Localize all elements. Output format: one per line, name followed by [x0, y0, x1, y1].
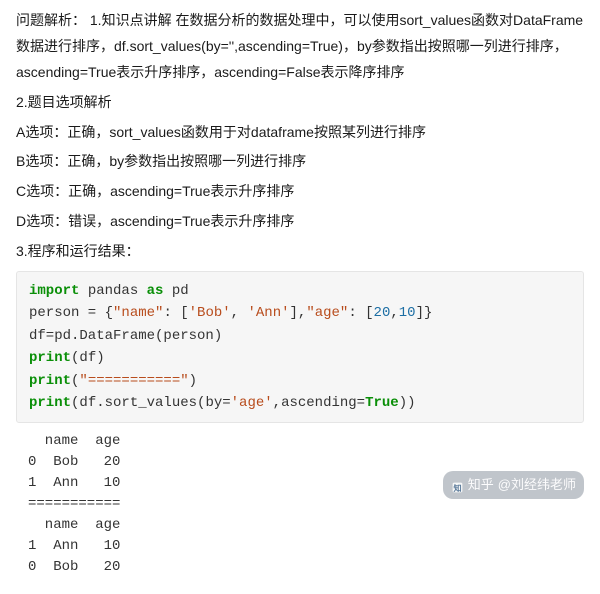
str-sep: "===========": [79, 373, 188, 389]
code-l6b: (df.sort_values(by=: [71, 395, 231, 411]
option-d: D选项：错误，ascending=True表示升序排序: [16, 209, 584, 235]
program-output: name age 0 Bob 20 1 Ann 10 =========== n…: [16, 423, 584, 578]
code-l6c: ,ascending=: [273, 395, 365, 411]
watermark-author: @刘经纬老师: [498, 473, 576, 497]
fn-print-1: print: [29, 350, 71, 366]
fn-print-3: print: [29, 395, 71, 411]
str-age2: 'age': [231, 395, 273, 411]
analysis-p1: 问题解析： 1.知识点讲解 在数据分析的数据处理中，可以使用sort_value…: [16, 8, 584, 86]
watermark-site: 知乎: [468, 473, 494, 497]
option-c: C选项：正确，ascending=True表示升序排序: [16, 179, 584, 205]
code-l2d: ],: [290, 305, 307, 321]
mod-pd: pd: [163, 283, 188, 299]
fn-print-2: print: [29, 373, 71, 389]
code-l3: df=pd.DataFrame(person): [29, 328, 222, 344]
code-l2g: ]}: [416, 305, 433, 321]
code-l2c: ,: [231, 305, 248, 321]
code-l2f: ,: [390, 305, 398, 321]
analysis-p3: 3.程序和运行结果：: [16, 239, 584, 265]
code-l6d: )): [399, 395, 416, 411]
code-l2a: person = {: [29, 305, 113, 321]
str-age: "age": [306, 305, 348, 321]
code-block: import pandas as pd person = {"name": ['…: [16, 271, 584, 423]
code-l4b: (df): [71, 350, 105, 366]
watermark: 知 知乎 @刘经纬老师: [443, 471, 584, 499]
kw-import: import: [29, 283, 79, 299]
analysis-p2: 2.题目选项解析: [16, 90, 584, 116]
kw-true: True: [365, 395, 399, 411]
code-l2e: : [: [348, 305, 373, 321]
mod-pandas: pandas: [79, 283, 146, 299]
kw-as: as: [147, 283, 164, 299]
zhihu-icon: 知: [451, 478, 464, 491]
code-l5c: ): [189, 373, 197, 389]
option-a: A选项：正确，sort_values函数用于对dataframe按照某列进行排序: [16, 120, 584, 146]
num-10: 10: [399, 305, 416, 321]
str-bob: 'Bob': [189, 305, 231, 321]
str-ann: 'Ann': [247, 305, 289, 321]
document-body: 问题解析： 1.知识点讲解 在数据分析的数据处理中，可以使用sort_value…: [0, 0, 600, 594]
num-20: 20: [374, 305, 391, 321]
code-l2b: : [: [163, 305, 188, 321]
svg-text:知: 知: [453, 483, 461, 493]
str-name: "name": [113, 305, 163, 321]
option-b: B选项：正确，by参数指出按照哪一列进行排序: [16, 149, 584, 175]
